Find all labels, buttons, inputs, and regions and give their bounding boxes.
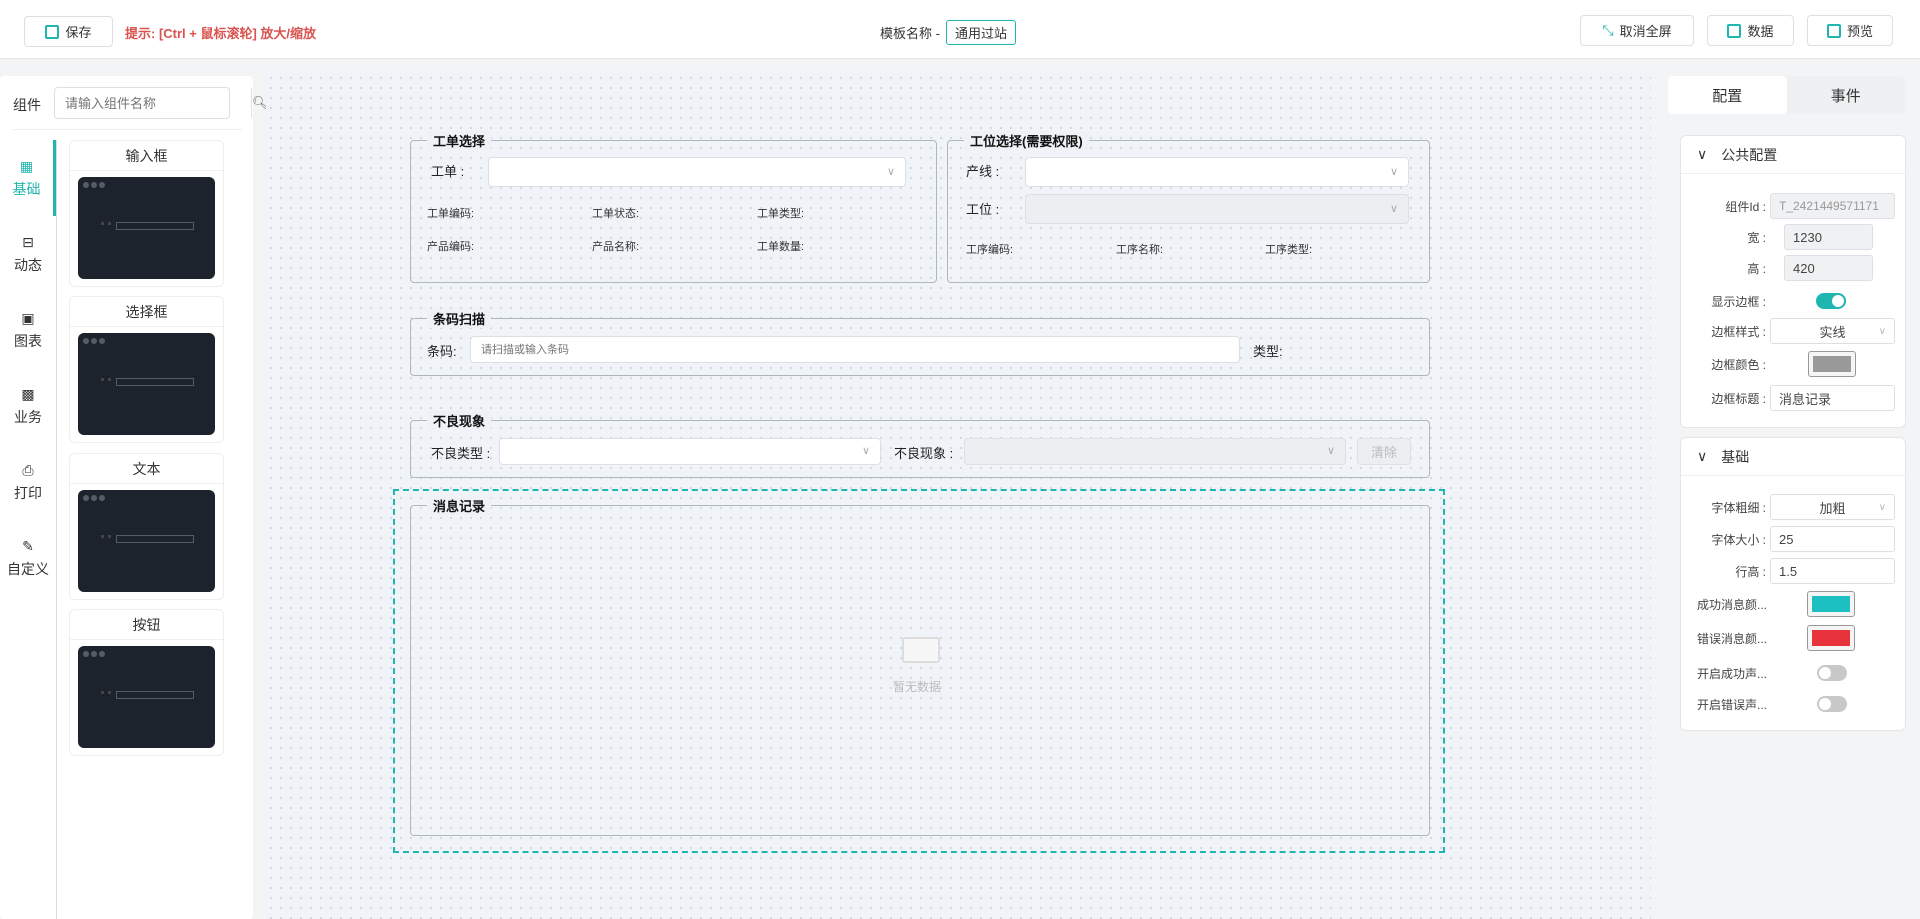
category-divider bbox=[56, 140, 57, 919]
zoom-hint: 提示: [Ctrl + 鼠标滚轮] 放大/缩放 bbox=[125, 23, 316, 42]
line-select[interactable]: ∨ bbox=[1025, 157, 1409, 187]
custom-icon: ✎ bbox=[22, 538, 34, 555]
basic-config-header[interactable]: ∨基础 bbox=[1681, 438, 1905, 476]
config-tabs: 配置 事件 bbox=[1668, 76, 1905, 114]
font-weight-select[interactable]: 加粗∨ bbox=[1770, 494, 1895, 520]
template-name: 模板名称 -通用过站 bbox=[880, 20, 1016, 45]
component-preview bbox=[78, 177, 215, 279]
save-icon bbox=[45, 25, 59, 39]
chevron-down-icon: ∨ bbox=[1879, 502, 1886, 513]
component-label: 组件 bbox=[13, 95, 41, 115]
preview-icon bbox=[1827, 24, 1841, 38]
defect-type-select[interactable]: ∨ bbox=[499, 438, 881, 465]
category-basic[interactable]: ▦基础 bbox=[0, 140, 56, 216]
data-button[interactable]: 数据 bbox=[1707, 15, 1794, 46]
inbox-empty-icon bbox=[902, 637, 940, 663]
width-field[interactable]: 1230 bbox=[1784, 224, 1873, 250]
template-name-tag[interactable]: 通用过站 bbox=[946, 20, 1016, 45]
chevron-down-icon: ∨ bbox=[1390, 165, 1398, 178]
error-color-picker[interactable] bbox=[1807, 625, 1855, 651]
category-business[interactable]: ▩业务 bbox=[0, 368, 56, 444]
chevron-down-icon: ∨ bbox=[1879, 326, 1886, 337]
tab-config[interactable]: 配置 bbox=[1668, 76, 1787, 114]
success-color-picker[interactable] bbox=[1807, 591, 1855, 617]
station-select[interactable]: ∨ bbox=[1025, 194, 1409, 224]
component-card-text[interactable]: 文本 bbox=[69, 453, 224, 600]
order-select[interactable]: ∨ bbox=[488, 157, 906, 187]
tab-events[interactable]: 事件 bbox=[1787, 76, 1906, 114]
barcode-scan-group: 条码扫描 条码: 类型: bbox=[410, 318, 1430, 376]
show-border-toggle[interactable] bbox=[1816, 293, 1846, 309]
divider bbox=[12, 129, 242, 130]
border-color-picker[interactable] bbox=[1808, 351, 1856, 377]
font-size-field[interactable]: 25 bbox=[1770, 526, 1895, 552]
printer-icon: ⎙ bbox=[22, 462, 33, 479]
defect-group: 不良现象 不良类型 : ∨ 不良现象 : ∨ 清除 bbox=[410, 420, 1430, 478]
category-chart[interactable]: ▣图表 bbox=[0, 292, 56, 368]
empty-text: 暂无数据 bbox=[893, 678, 941, 695]
component-preview bbox=[78, 646, 215, 748]
order-select-group: 工单选择 工单 : ∨ 工单编码: 工单状态: 工单类型: 产品编码: 产品名称… bbox=[410, 140, 937, 283]
station-select-group: 工位选择(需要权限) 产线 : ∨ 工位 : ∨ 工序编码: 工序名称: 工序类… bbox=[947, 140, 1430, 283]
chevron-down-icon: ∨ bbox=[1697, 146, 1707, 163]
top-toolbar: 保存 提示: [Ctrl + 鼠标滚轮] 放大/缩放 模板名称 -通用过站 ⤡取… bbox=[0, 0, 1920, 59]
chevron-down-icon: ∨ bbox=[1327, 444, 1335, 457]
chevron-down-icon: ∨ bbox=[1697, 448, 1707, 465]
chart-icon: ▣ bbox=[21, 310, 34, 327]
component-search-input[interactable] bbox=[55, 88, 251, 118]
component-card-select[interactable]: 选择框 bbox=[69, 296, 224, 443]
barcode-input[interactable] bbox=[470, 336, 1240, 363]
basic-config-panel: ∨基础 bbox=[1680, 437, 1906, 731]
component-preview bbox=[78, 333, 215, 435]
chevron-down-icon: ∨ bbox=[887, 165, 895, 178]
border-title-field[interactable]: 消息记录 bbox=[1770, 385, 1895, 411]
save-button[interactable]: 保存 bbox=[24, 16, 113, 47]
preview-button[interactable]: 预览 bbox=[1807, 15, 1893, 46]
component-preview bbox=[78, 490, 215, 592]
database-icon bbox=[1727, 24, 1741, 38]
component-id-field: T_2421449571171 bbox=[1770, 193, 1895, 219]
chevron-down-icon: ∨ bbox=[862, 444, 870, 457]
category-dynamic[interactable]: ⊟动态 bbox=[0, 216, 56, 292]
grid-icon: ▦ bbox=[20, 158, 33, 175]
category-print[interactable]: ⎙打印 bbox=[0, 444, 56, 520]
compress-icon: ⤡ bbox=[1602, 22, 1613, 39]
dynamic-icon: ⊟ bbox=[22, 234, 34, 251]
chevron-down-icon: ∨ bbox=[1390, 202, 1398, 215]
defect-phenomenon-select[interactable]: ∨ bbox=[964, 438, 1346, 465]
common-config-header[interactable]: ∨公共配置 bbox=[1681, 136, 1905, 174]
line-height-field[interactable]: 1.5 bbox=[1770, 558, 1895, 584]
component-card-input[interactable]: 输入框 bbox=[69, 140, 224, 287]
message-log-group: 消息记录 暂无数据 bbox=[410, 505, 1430, 836]
border-style-select[interactable]: 实线∨ bbox=[1770, 318, 1895, 344]
component-search: 🔍︎ bbox=[54, 87, 230, 119]
error-sound-toggle[interactable] bbox=[1817, 696, 1847, 712]
height-field[interactable]: 420 bbox=[1784, 255, 1873, 281]
business-icon: ▩ bbox=[21, 386, 34, 403]
category-custom[interactable]: ✎自定义 bbox=[0, 520, 56, 596]
component-card-button[interactable]: 按钮 bbox=[69, 609, 224, 756]
exit-fullscreen-button[interactable]: ⤡取消全屏 bbox=[1580, 15, 1694, 46]
success-sound-toggle[interactable] bbox=[1817, 665, 1847, 681]
category-tabs: ▦基础 ⊟动态 ▣图表 ▩业务 ⎙打印 ✎自定义 bbox=[0, 140, 56, 596]
clear-button[interactable]: 清除 bbox=[1357, 438, 1411, 465]
